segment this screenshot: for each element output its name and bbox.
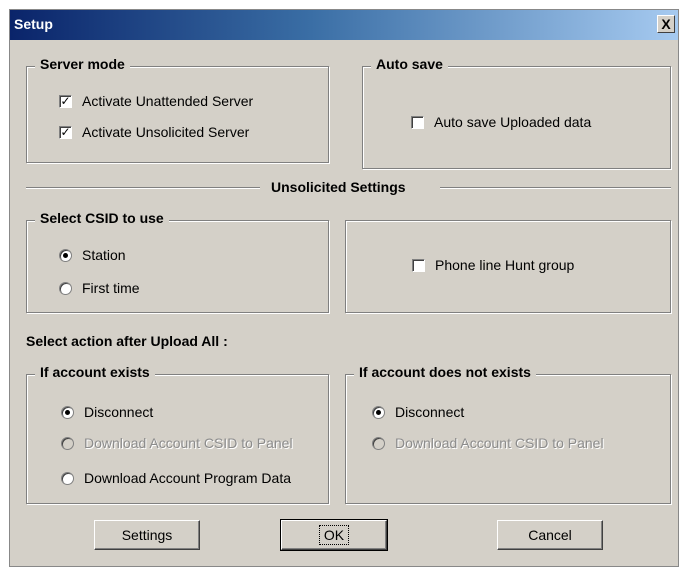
checkbox-unchecked-icon xyxy=(412,258,425,272)
activate-unsolicited-label: Activate Unsolicited Server xyxy=(82,124,250,140)
account-not-exists-legend: If account does not exists xyxy=(354,364,536,380)
ok-button-label: OK xyxy=(318,525,350,545)
checkbox-checked-icon: ✓ xyxy=(59,93,72,108)
exists-download-program-label: Download Account Program Data xyxy=(84,470,291,486)
server-mode-group: Server mode ✓ Activate Unattended Server… xyxy=(26,56,329,163)
settings-button[interactable]: Settings xyxy=(94,520,200,550)
select-csid-legend: Select CSID to use xyxy=(35,210,169,226)
auto-save-uploaded-checkbox[interactable]: Auto save Uploaded data xyxy=(411,114,591,130)
radio-selected-icon xyxy=(372,405,385,419)
checkbox-unchecked-icon xyxy=(411,115,424,129)
exists-download-csid-label: Download Account CSID to Panel xyxy=(84,435,293,451)
exists-disconnect-radio[interactable]: Disconnect xyxy=(61,404,153,420)
phone-line-hunt-group-label: Phone line Hunt group xyxy=(435,257,575,273)
settings-button-label: Settings xyxy=(121,527,173,543)
setup-dialog: Setup X Server mode ✓ Activate Unattende… xyxy=(9,9,679,567)
radio-disabled-icon xyxy=(61,436,74,450)
activate-unattended-checkbox[interactable]: ✓ Activate Unattended Server xyxy=(59,93,253,109)
cancel-button-label: Cancel xyxy=(528,527,572,543)
csid-station-label: Station xyxy=(82,247,126,263)
window-title: Setup xyxy=(14,16,53,32)
auto-save-uploaded-label: Auto save Uploaded data xyxy=(434,114,592,130)
csid-first-time-radio[interactable]: First time xyxy=(59,280,140,296)
account-exists-legend: If account exists xyxy=(35,364,155,380)
csid-first-time-label: First time xyxy=(82,280,140,296)
radio-selected-icon xyxy=(61,405,74,419)
exists-download-program-radio[interactable]: Download Account Program Data xyxy=(61,470,291,486)
separator-left xyxy=(26,187,260,189)
radio-disabled-icon xyxy=(372,436,385,450)
hunt-group-box: Phone line Hunt group xyxy=(345,220,671,313)
phone-line-hunt-group-checkbox[interactable]: Phone line Hunt group xyxy=(412,257,574,273)
activate-unattended-label: Activate Unattended Server xyxy=(82,93,254,109)
cancel-button[interactable]: Cancel xyxy=(497,520,603,550)
radio-unselected-icon xyxy=(61,471,74,485)
unsolicited-settings-title: Unsolicited Settings xyxy=(271,179,406,195)
radio-selected-icon xyxy=(59,248,72,262)
exists-disconnect-label: Disconnect xyxy=(84,404,154,420)
select-csid-group: Select CSID to use Station First time xyxy=(26,210,329,313)
activate-unsolicited-checkbox[interactable]: ✓ Activate Unsolicited Server xyxy=(59,124,249,140)
radio-unselected-icon xyxy=(59,281,72,295)
server-mode-legend: Server mode xyxy=(35,56,130,72)
not-exists-disconnect-label: Disconnect xyxy=(395,404,465,420)
auto-save-group: Auto save Auto save Uploaded data xyxy=(362,56,671,169)
account-not-exists-group: If account does not exists Disconnect Do… xyxy=(345,364,671,504)
upload-action-title: Select action after Upload All : xyxy=(26,333,228,349)
separator-right xyxy=(440,187,671,189)
csid-station-radio[interactable]: Station xyxy=(59,247,126,263)
exists-download-csid-radio: Download Account CSID to Panel xyxy=(61,435,293,451)
account-exists-group: If account exists Disconnect Download Ac… xyxy=(26,364,329,504)
auto-save-legend: Auto save xyxy=(371,56,448,72)
close-button[interactable]: X xyxy=(657,15,675,33)
ok-button[interactable]: OK xyxy=(280,519,388,551)
not-exists-download-csid-radio: Download Account CSID to Panel xyxy=(372,435,604,451)
not-exists-download-csid-label: Download Account CSID to Panel xyxy=(395,435,604,451)
not-exists-disconnect-radio[interactable]: Disconnect xyxy=(372,404,464,420)
checkbox-checked-icon: ✓ xyxy=(59,124,72,139)
title-bar: Setup X xyxy=(10,10,678,40)
